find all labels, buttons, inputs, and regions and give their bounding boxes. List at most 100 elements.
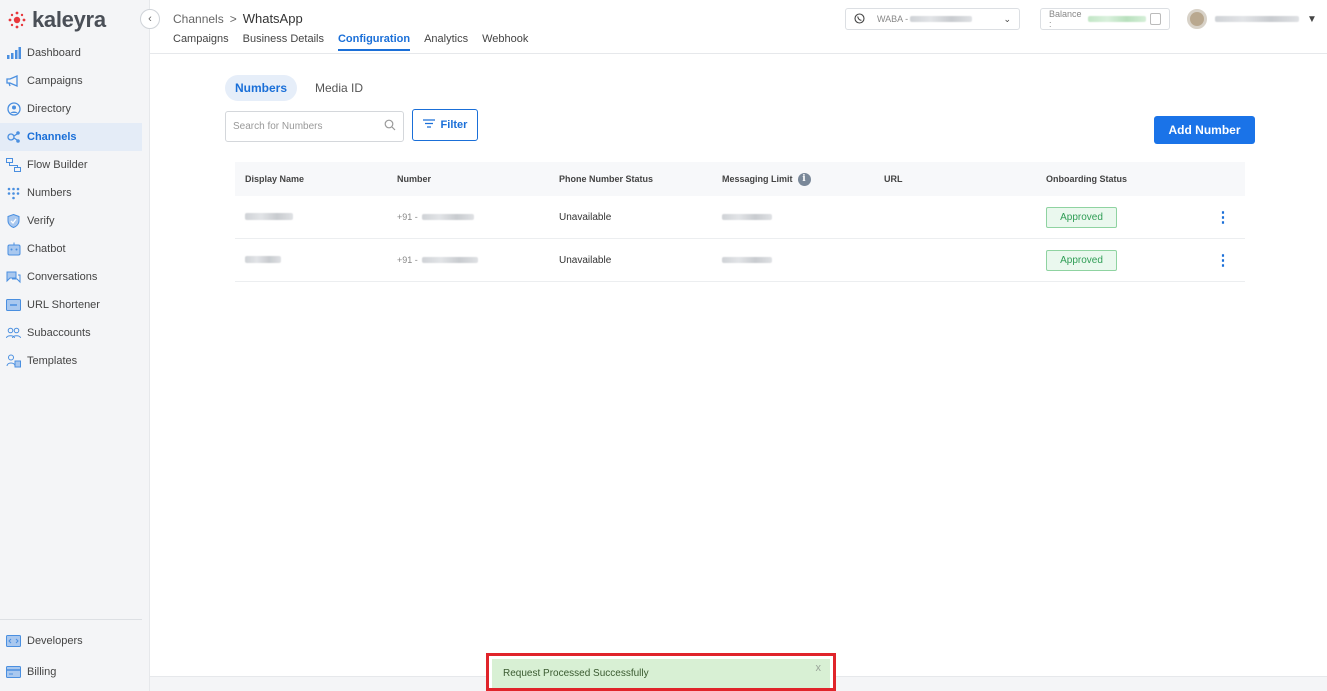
sidebar-item-campaigns[interactable]: Campaigns [0,67,142,95]
breadcrumb-parent[interactable]: Channels [173,12,224,26]
column-header-messaging-limit: Messaging Limit i [722,172,884,186]
tab-business-details[interactable]: Business Details [243,33,324,51]
chat-bubbles-icon [6,270,21,285]
numbers-table: Display Name Number Phone Number Status … [235,162,1245,282]
waba-label: WABA - [877,14,909,24]
filter-label: Filter [440,119,468,131]
more-vertical-icon[interactable]: ⋮ [1216,209,1231,226]
sidebar-item-conversations[interactable]: Conversations [0,263,142,291]
number-cell: +91 - [397,255,559,265]
redacted-value [245,212,293,220]
code-icon [6,634,21,649]
filter-icon [422,119,435,131]
sidebar-item-subaccounts[interactable]: Subaccounts [0,319,142,347]
sidebar-item-url-shortener[interactable]: URL Shortener [0,291,142,319]
filter-button[interactable]: Filter [412,109,478,141]
success-toast: Request Processed Successfully x [486,653,836,691]
table-header: Display Name Number Phone Number Status … [235,162,1245,196]
sidebar-item-label: Directory [27,103,72,115]
sidebar-divider [0,619,142,620]
sidebar: kaleyra Dashboard Campaigns Directory Ch… [0,0,150,691]
sidebar-item-chatbot[interactable]: Chatbot [0,235,142,263]
tab-webhook[interactable]: Webhook [482,33,528,51]
column-header: Phone Number Status [559,174,654,184]
breadcrumb-current: WhatsApp [242,11,303,26]
display-name-cell [235,255,397,266]
number-prefix: +91 - [397,212,418,222]
brand-name: kaleyra [32,7,106,32]
main-content: Numbers Media ID Search for Numbers Filt… [150,55,1327,691]
waba-value-redacted [910,16,973,22]
balance-value-redacted [1087,16,1146,22]
contact-icon [6,102,21,117]
sidebar-item-templates[interactable]: Templates [0,347,142,375]
breadcrumb-separator: > [229,11,237,26]
user-menu[interactable]: ▼ [1187,9,1317,29]
channels-icon [6,130,21,145]
config-tabs: Numbers Media ID [225,75,373,101]
search-input[interactable]: Search for Numbers [225,111,404,142]
column-header: Number [397,174,432,184]
tab-analytics[interactable]: Analytics [424,33,468,51]
balance-display: Balance : [1040,8,1170,30]
kaleyra-logo-icon [8,11,26,29]
sidebar-item-label: Flow Builder [27,159,88,171]
redacted-value [421,257,478,263]
caret-down-icon: ▼ [1307,13,1317,25]
sidebar-collapse-button[interactable]: ‹ [140,9,160,29]
sidebar-item-directory[interactable]: Directory [0,95,142,123]
close-icon[interactable]: x [816,662,822,674]
sidebar-item-numbers[interactable]: Numbers [0,179,142,207]
row-actions: ⋮ [1201,210,1245,225]
dialpad-icon [6,186,21,201]
billing-icon [6,665,21,680]
brand-logo[interactable]: kaleyra [8,7,106,33]
flow-icon [6,158,21,173]
sidebar-item-label: Chatbot [27,243,66,255]
toast-message: Request Processed Successfully [503,668,649,679]
column-header: URL [884,174,903,184]
onboarding-cell: Approved [1046,206,1201,228]
redacted-value [722,257,772,263]
table-row: +91 - Unavailable Approved ⋮ [235,239,1245,282]
status-badge: Approved [1046,206,1117,228]
waba-selector[interactable]: WABA - ⌄ [845,8,1020,30]
tab-media-id[interactable]: Media ID [305,75,373,101]
sidebar-item-verify[interactable]: Verify [0,207,142,235]
redacted-value [722,214,772,220]
sidebar-item-developers[interactable]: Developers [0,627,142,655]
tab-campaigns[interactable]: Campaigns [173,33,229,51]
shield-icon [6,214,21,229]
info-icon[interactable]: i [797,172,811,186]
sidebar-item-label: Developers [27,635,83,647]
messaging-limit-cell [722,257,884,263]
user-name-redacted [1215,16,1299,22]
messaging-limit-cell [722,214,884,220]
sidebar-item-channels[interactable]: Channels [0,123,142,151]
sidebar-item-flow-builder[interactable]: Flow Builder [0,151,142,179]
tab-numbers[interactable]: Numbers [225,75,298,101]
sidebar-item-label: Channels [27,131,77,143]
templates-icon [6,354,21,369]
tab-configuration[interactable]: Configuration [337,33,411,51]
link-icon [6,298,21,313]
number-cell: +91 - [397,212,559,222]
sidebar-bottom-nav: Developers [0,627,142,655]
number-prefix: +91 - [397,255,418,265]
sidebar-item-label: Verify [27,215,55,227]
refresh-balance-icon[interactable] [1149,13,1161,25]
search-placeholder: Search for Numbers [233,121,323,132]
column-header: Display Name [245,174,305,184]
avatar [1187,9,1207,29]
sidebar-item-dashboard[interactable]: Dashboard [0,39,142,67]
sidebar-item-billing[interactable]: Billing [0,658,142,686]
sidebar-item-label: Conversations [27,271,98,283]
column-header: Onboarding Status [1046,174,1127,184]
chevron-down-icon: ⌄ [1003,13,1011,24]
chatbot-icon [6,242,21,257]
add-number-button[interactable]: Add Number [1154,116,1255,144]
display-name-cell [235,212,397,223]
breadcrumb: Channels > WhatsApp [173,11,303,26]
more-vertical-icon[interactable]: ⋮ [1216,252,1231,269]
toast-body: Request Processed Successfully x [492,659,830,688]
